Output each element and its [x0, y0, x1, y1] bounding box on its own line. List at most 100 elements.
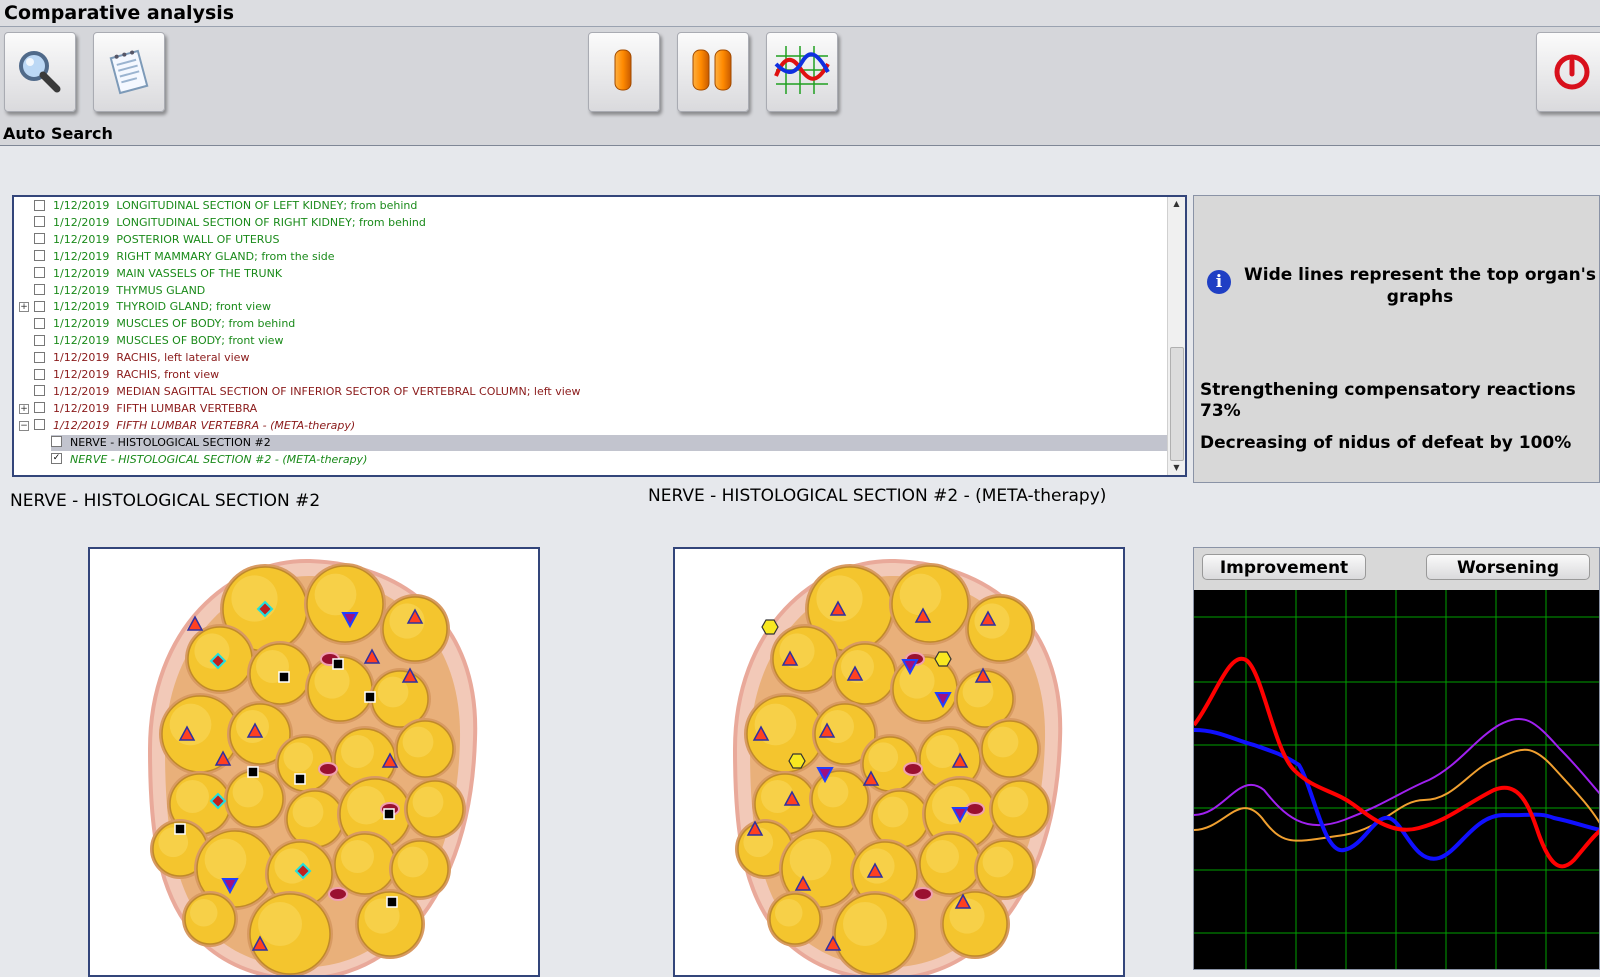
organ-list[interactable]: 1/12/2019 LONGITUDINAL SECTION OF LEFT KI…: [12, 195, 1187, 477]
item-date: 1/12/2019: [53, 266, 110, 280]
notepad-icon: [109, 49, 149, 95]
item-checkbox[interactable]: [34, 233, 45, 245]
item-checkbox[interactable]: [34, 267, 45, 279]
list-item[interactable]: 1/12/2019 MEDIAN SAGITTAL SECTION OF INFE…: [34, 384, 581, 400]
list-item[interactable]: 1/12/2019 RIGHT MAMMARY GLAND; from the s…: [34, 249, 335, 265]
item-date: 1/12/2019: [53, 300, 110, 314]
notes-button[interactable]: [93, 32, 165, 112]
search-button[interactable]: [4, 32, 76, 112]
item-label: MEDIAN SAGITTAL SECTION OF INFERIOR SECT…: [116, 384, 581, 398]
item-date: 1/12/2019: [53, 384, 110, 398]
item-label: LONGITUDINAL SECTION OF LEFT KIDNEY; fro…: [116, 199, 418, 212]
graph-view-button[interactable]: [766, 32, 838, 112]
left-histology-image: [88, 547, 540, 977]
list-item[interactable]: 1/12/2019 THYMUS GLAND: [34, 283, 205, 299]
list-item[interactable]: +1/12/2019 FIFTH LUMBAR VERTEBRA: [19, 401, 258, 417]
item-checkbox[interactable]: [34, 368, 45, 380]
item-label: RACHIS, front view: [116, 368, 220, 381]
list-item[interactable]: ✓ NERVE - HISTOLOGICAL SECTION #2 - (META…: [51, 452, 367, 468]
info-panel: i Wide lines represent the top organ's g…: [1193, 195, 1600, 483]
power-icon: [1554, 54, 1590, 90]
scroll-thumb[interactable]: [1170, 347, 1184, 461]
scroll-down-icon[interactable]: ▼: [1168, 461, 1185, 475]
item-label: NERVE - HISTOLOGICAL SECTION #2: [70, 435, 271, 449]
nerve-cross-section: [732, 558, 1063, 975]
info-icon: i: [1207, 270, 1231, 294]
item-checkbox[interactable]: [34, 351, 45, 363]
expand-toggle-icon[interactable]: +: [19, 403, 29, 414]
item-date: 1/12/2019: [53, 283, 110, 297]
nidus-defeat-text: Decreasing of nidus of defeat by 100%: [1200, 433, 1572, 453]
item-label: FIFTH LUMBAR VERTEBRA - (META-therapy): [116, 418, 356, 432]
item-checkbox[interactable]: [34, 250, 45, 262]
item-checkbox[interactable]: [34, 419, 45, 431]
item-checkbox[interactable]: [34, 216, 45, 228]
auto-search-label: Auto Search: [3, 124, 113, 143]
item-checkbox[interactable]: [34, 385, 45, 397]
magnifier-icon: [19, 51, 61, 93]
list-item[interactable]: 1/12/2019 LONGITUDINAL SECTION OF LEFT KI…: [34, 198, 417, 214]
worsening-button[interactable]: Worsening: [1426, 554, 1590, 580]
list-item[interactable]: 1/12/2019 MAIN VASSELS OF THE TRUNK: [34, 266, 282, 282]
item-checkbox[interactable]: [34, 402, 45, 414]
graph-icon: [774, 46, 830, 94]
list-item[interactable]: 1/12/2019 RACHIS, front view: [34, 367, 219, 383]
right-image-caption: NERVE - HISTOLOGICAL SECTION #2 - (META-…: [648, 486, 1107, 506]
item-date: 1/12/2019: [53, 334, 110, 348]
list-item[interactable]: − 1/12/2019 FIFTH LUMBAR VERTEBRA - (META-…: [19, 418, 356, 434]
improvement-button[interactable]: Improvement: [1202, 554, 1366, 580]
list-scrollbar[interactable]: ▲ ▼: [1167, 197, 1185, 475]
list-item[interactable]: 1/12/2019 MUSCLES OF BODY; front view: [34, 333, 283, 349]
double-capsule-icon: [692, 49, 732, 91]
item-label: THYROID GLAND; front view: [116, 300, 271, 314]
item-label: MUSCLES OF BODY; from behind: [116, 317, 296, 331]
list-item[interactable]: 1/12/2019 LONGITUDINAL SECTION OF RIGHT K…: [34, 215, 426, 231]
item-date: 1/12/2019: [53, 351, 110, 365]
compensatory-reactions-text: Strengthening compensatory reactions 73%: [1200, 380, 1576, 421]
item-date: 1/12/2019: [53, 232, 110, 246]
graph-panel: Improvement Worsening: [1193, 547, 1600, 970]
item-label: POSTERIOR WALL OF UTERUS: [116, 232, 280, 246]
red-series: [1194, 656, 1599, 869]
window-title: Comparative analysis: [4, 2, 235, 24]
item-label: RACHIS, left lateral view: [116, 351, 250, 365]
info-headline: Wide lines represent the top organ's gra…: [1243, 265, 1596, 307]
item-checkbox[interactable]: ✓: [51, 453, 62, 464]
item-label: MUSCLES OF BODY; front view: [116, 334, 284, 348]
item-label: NERVE - HISTOLOGICAL SECTION #2 - (META-…: [70, 452, 368, 466]
item-date: 1/12/2019: [53, 418, 110, 432]
item-date: 1/12/2019: [53, 249, 110, 263]
item-label: THYMUS GLAND: [116, 283, 206, 297]
list-item[interactable]: 1/12/2019 MUSCLES OF BODY; from behind: [34, 316, 295, 332]
item-checkbox[interactable]: [34, 317, 45, 329]
title-bar: Comparative analysis: [0, 0, 1600, 27]
item-date: 1/12/2019: [53, 199, 110, 212]
single-view-button[interactable]: [588, 32, 660, 112]
scroll-up-icon[interactable]: ▲: [1168, 197, 1185, 211]
list-item[interactable]: 1/12/2019 POSTERIOR WALL OF UTERUS: [34, 232, 279, 248]
expand-toggle-icon[interactable]: −: [19, 420, 29, 431]
item-date: 1/12/2019: [53, 215, 110, 229]
item-label: MAIN VASSELS OF THE TRUNK: [116, 266, 283, 280]
expand-toggle-icon[interactable]: +: [19, 302, 29, 313]
item-date: 1/12/2019: [53, 317, 110, 331]
right-histology-image: [673, 547, 1125, 977]
item-label: FIFTH LUMBAR VERTEBRA: [116, 401, 258, 415]
list-item[interactable]: NERVE - HISTOLOGICAL SECTION #2: [51, 434, 1169, 451]
dual-view-button[interactable]: [677, 32, 749, 112]
comparison-graph: [1194, 590, 1599, 969]
item-label: RIGHT MAMMARY GLAND; from the side: [116, 249, 335, 263]
item-checkbox[interactable]: [34, 199, 45, 211]
list-item[interactable]: +1/12/2019 THYROID GLAND; front view: [19, 299, 271, 315]
item-date: 1/12/2019: [53, 368, 110, 381]
item-checkbox[interactable]: [34, 300, 45, 312]
left-image-caption: NERVE - HISTOLOGICAL SECTION #2: [10, 491, 321, 511]
item-date: 1/12/2019: [53, 401, 110, 415]
item-checkbox[interactable]: [34, 284, 45, 295]
power-button[interactable]: [1536, 32, 1600, 112]
item-checkbox[interactable]: [34, 334, 45, 346]
item-checkbox[interactable]: [51, 436, 62, 448]
list-item[interactable]: 1/12/2019 RACHIS, left lateral view: [34, 350, 249, 366]
item-label: LONGITUDINAL SECTION OF RIGHT KIDNEY; fr…: [116, 215, 426, 229]
single-capsule-icon: [614, 49, 632, 91]
